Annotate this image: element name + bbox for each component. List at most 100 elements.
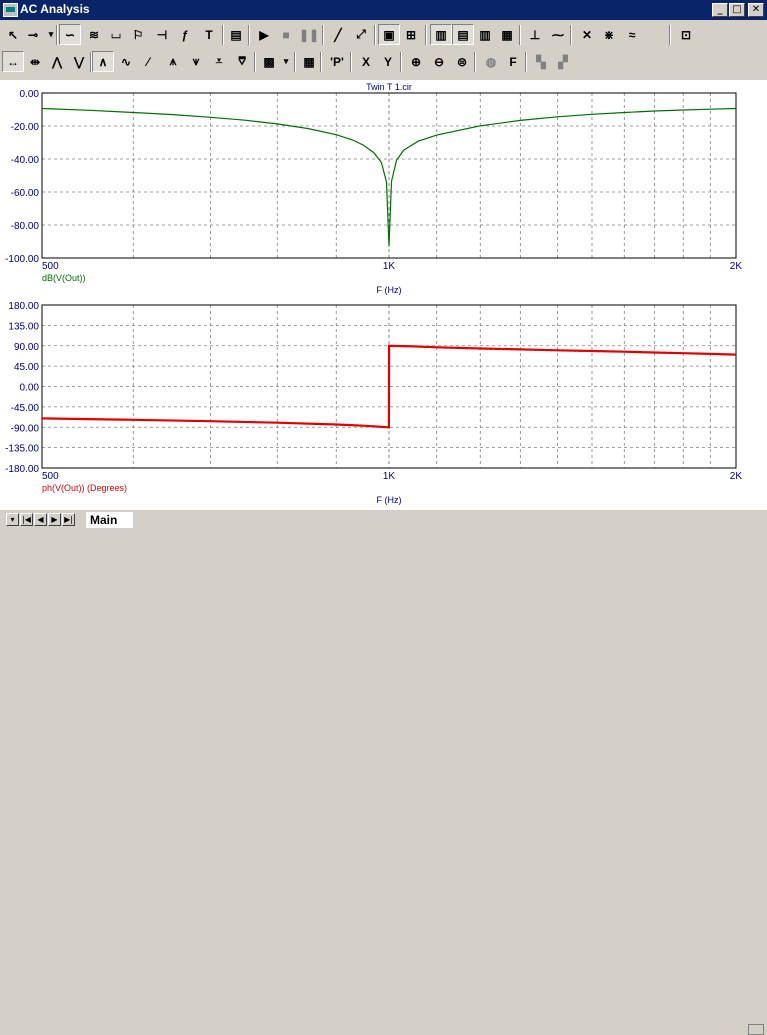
table-icon[interactable]: ▦	[298, 51, 320, 72]
toolbar-separator	[474, 52, 476, 72]
zoom-in-icon[interactable]: ⊕	[405, 51, 427, 72]
graphics-icon[interactable]: ⌴	[105, 24, 127, 45]
grid-layout-1-icon[interactable]: ▥	[430, 24, 452, 45]
toolbar-separator	[525, 52, 527, 72]
bus-icon[interactable]: ≋	[83, 24, 105, 45]
bottom-icon[interactable]: ⩡	[208, 51, 230, 72]
pin-icon[interactable]: ⊣	[151, 24, 173, 45]
low-icon[interactable]: ∿	[115, 51, 137, 72]
dropdown-arrow-icon[interactable]: ▾	[46, 24, 56, 45]
axis-icon[interactable]: ⊥	[524, 24, 546, 45]
pause-icon[interactable]: ❚❚	[298, 24, 320, 45]
grid-icon[interactable]: ⊞	[400, 24, 422, 45]
y-tick-label: 90.00	[14, 342, 39, 353]
x-tick-label: 2K	[730, 471, 743, 482]
trace-3-icon[interactable]: ≈	[621, 24, 643, 45]
series-label: dB(V(Out))	[42, 273, 86, 283]
y-tick-label: -45.00	[11, 403, 40, 414]
x-scale-icon[interactable]: X	[355, 51, 377, 72]
run-icon[interactable]: ▶	[253, 24, 275, 45]
cursor-mode-2-icon[interactable]: ⇹	[24, 51, 46, 72]
trace-2-icon[interactable]: ⋇	[598, 24, 620, 45]
close-button[interactable]: ✕	[748, 3, 764, 17]
text-tool-icon[interactable]: T	[198, 24, 220, 45]
maximize-button[interactable]: □	[729, 3, 745, 17]
scope-icon[interactable]: ⊡	[675, 24, 697, 45]
toolbar-separator	[350, 52, 352, 72]
toolbar-separator	[90, 52, 92, 72]
tag-dropdown-icon[interactable]: ▾	[281, 51, 291, 72]
font-icon[interactable]: F	[502, 51, 524, 72]
y-tick-label: -80.00	[11, 221, 40, 232]
toolbar-separator	[222, 25, 224, 45]
toolbar-separator	[519, 25, 521, 45]
copy-icon[interactable]: ▚	[530, 51, 552, 72]
fo-icon[interactable]: ƒ	[174, 24, 196, 45]
high-icon[interactable]: ∧	[92, 51, 114, 72]
plots-svg[interactable]: 0.00-20.00-40.00-60.00-80.00-100.00500 1K…	[0, 80, 767, 510]
wire-icon[interactable]: ∽	[59, 24, 81, 45]
horizontal-scrollbar[interactable]	[748, 1024, 764, 1035]
y-tick-label: -100.00	[5, 254, 39, 265]
grid-layout-4-icon[interactable]: ▦	[496, 24, 518, 45]
toolbar-separator	[669, 25, 671, 45]
title-bar[interactable]: AC Analysis _ □ ✕	[0, 0, 767, 20]
top-icon[interactable]: ⩢	[231, 51, 253, 72]
y-tick-label: 0.00	[20, 383, 40, 394]
y-tick-label: -90.00	[11, 423, 40, 434]
y-scale-icon[interactable]: Y	[377, 51, 399, 72]
cursor-mode-icon[interactable]: ↔	[2, 51, 24, 72]
plot-area[interactable]: 0.00 -20.00 -40.00 -60.00 -80.00 -100.00 500 1K…	[0, 80, 767, 510]
toolbar-separator	[374, 25, 376, 45]
tag-icon[interactable]: ▩	[258, 51, 280, 72]
x-tick-label: 500	[42, 261, 59, 272]
toolbar-analysis: ↔ ⇹ ⋀ ⋁ ∧ ∿ ⁄ ⩚ ⩛ ⩡ ⩢ ▩ ▾ ▦ 'P' X Y ⊕ ⊖ ⊜ ◍ F ▚ ▞	[0, 49, 767, 75]
next-valley-icon[interactable]: ⩛	[185, 51, 207, 72]
toolbar-separator	[248, 25, 250, 45]
properties-icon[interactable]: ▤	[225, 24, 247, 45]
next-peak-icon[interactable]: ⩚	[162, 51, 184, 72]
flag-icon[interactable]: ⚐	[127, 24, 149, 45]
select-arrow-icon[interactable]: ↖	[2, 24, 24, 45]
y-tick-label: -60.00	[11, 188, 40, 199]
trace-icon[interactable]: ✕	[576, 24, 598, 45]
x-tick-label: 2K	[730, 261, 743, 272]
frame-icon[interactable]: ▣	[378, 24, 400, 45]
component-icon[interactable]: ⊸	[22, 24, 44, 45]
grid-layout-2-icon[interactable]: ▤	[452, 24, 474, 45]
toolbar-separator	[400, 52, 402, 72]
zoom-out-icon[interactable]: ⊖	[428, 51, 450, 72]
minimize-button[interactable]: _	[712, 3, 728, 17]
y-tick-label: 180.00	[8, 301, 39, 312]
x-tick-label: 1K	[383, 471, 396, 482]
p-key-icon[interactable]: 'P'	[326, 51, 348, 72]
y-tick-label: -180.00	[5, 464, 39, 475]
series-label: ph(V(Out)) (Degrees)	[42, 483, 127, 493]
y-tick-label: 135.00	[8, 321, 39, 332]
x-axis-label: F (Hz)	[377, 495, 402, 505]
slope-icon[interactable]: ⁄	[137, 51, 159, 72]
tab-nav-first-button[interactable]: |◀	[20, 513, 33, 526]
color-icon[interactable]: ◍	[480, 51, 502, 72]
x-tick-label: 500	[42, 471, 59, 482]
chart-title: Twin T 1.cir	[366, 82, 412, 92]
toolbar-main: ↖ ⊸ ▾ ∽ ≋ ⌴ ⚐ ⊣ ƒ T ▤ ▶ ■ ❚❚ ╱ ⤢ ▣ ⊞ ▥ ▤ ▥ ▦ ⊥ ⁓ ✕ ⋇ ≈ ⊡	[0, 22, 767, 48]
toolbar-separator	[254, 52, 256, 72]
tab-nav-prev-button[interactable]: ◀	[34, 513, 47, 526]
grid-layout-3-icon[interactable]: ▥	[474, 24, 496, 45]
y-tick-label: 45.00	[14, 362, 39, 373]
peak-icon[interactable]: ⋀	[46, 51, 68, 72]
line-tool-icon[interactable]: ╱	[327, 24, 349, 45]
zoom-fit-icon[interactable]: ⊜	[451, 51, 473, 72]
x-axis-label: F (Hz)	[377, 285, 402, 295]
tab-nav-menu-button[interactable]: ▾	[6, 513, 19, 526]
toolbar-separator	[425, 25, 427, 45]
tab-nav-next-button[interactable]: ▶	[48, 513, 61, 526]
diagonal-line-icon[interactable]: ⤢	[350, 24, 372, 45]
tab-main[interactable]: Main	[86, 512, 134, 528]
tab-nav-last-button[interactable]: ▶|	[62, 513, 75, 526]
curve-icon[interactable]: ⁓	[547, 24, 569, 45]
stop-icon[interactable]: ■	[275, 24, 297, 45]
paste-icon[interactable]: ▞	[552, 51, 574, 72]
valley-icon[interactable]: ⋁	[68, 51, 90, 72]
